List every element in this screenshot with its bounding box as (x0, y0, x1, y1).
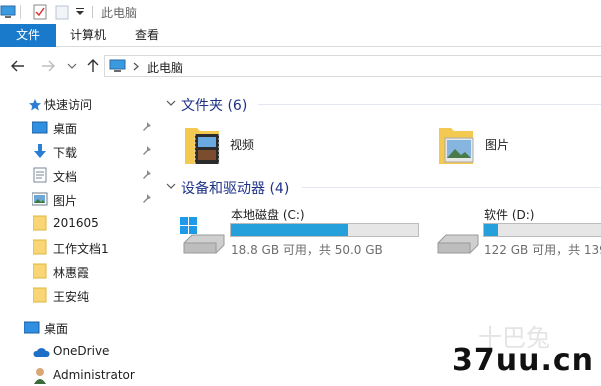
back-arrow-icon[interactable] (10, 58, 26, 74)
sidebar-item-label: 工作文档1 (53, 242, 109, 256)
sidebar-item-label: 快速访问 (44, 98, 93, 112)
customize-quick-access-icon[interactable] (76, 8, 84, 24)
folder-label: 视频 (230, 138, 255, 152)
sidebar-item-label: 王安纯 (53, 290, 90, 304)
divider (258, 104, 601, 105)
recent-locations-chevron-icon[interactable] (67, 62, 83, 78)
folder-icon (33, 239, 47, 255)
sidebar-item-label: 图片 (53, 194, 78, 208)
forward-arrow-icon[interactable] (40, 58, 56, 74)
tab-view[interactable]: 查看 (135, 24, 159, 47)
sidebar-item-onedrive[interactable]: OneDrive (0, 340, 160, 364)
watermark: 37uu.cn (452, 343, 594, 378)
sidebar-item-label: 桌面 (44, 322, 69, 336)
windows-drive-icon (180, 217, 225, 254)
pin-icon[interactable] (142, 146, 152, 156)
divider (92, 6, 93, 18)
properties-icon[interactable] (32, 4, 48, 20)
sidebar-item-201605[interactable]: 201605 (0, 212, 160, 236)
folder-icon (33, 215, 47, 231)
desktop-icon (24, 321, 40, 334)
sidebar-item-label: 文档 (53, 170, 78, 184)
breadcrumb[interactable]: 此电脑 (147, 59, 183, 76)
cloud-icon (33, 348, 50, 357)
sidebar-item-label: 桌面 (53, 122, 78, 136)
sidebar-item-label: 201605 (53, 216, 99, 230)
sidebar-item-desktop-root[interactable]: 桌面 (0, 316, 160, 340)
folder-icon (33, 263, 47, 279)
sidebar-item-label: OneDrive (53, 344, 110, 358)
new-folder-icon[interactable] (55, 4, 69, 20)
drive-usage-bar (483, 223, 601, 237)
pin-icon[interactable] (142, 170, 152, 180)
desktop-icon (32, 121, 48, 134)
sidebar-item-user[interactable]: Administrator (0, 364, 160, 386)
title-bar: 此电脑 (0, 0, 601, 24)
divider (302, 187, 601, 188)
sidebar-item-label: Administrator (53, 368, 135, 382)
drive-item-c[interactable]: 本地磁盘 (C:) 18.8 GB 可用，共 50.0 GB (180, 205, 425, 257)
sidebar-item-folder-wang[interactable]: 王安纯 (0, 284, 160, 308)
breadcrumb-chevron-icon[interactable] (133, 62, 139, 71)
up-arrow-icon[interactable] (85, 58, 101, 74)
star-icon (29, 99, 41, 111)
drive-usage-fill (231, 224, 348, 236)
computer-icon (109, 59, 126, 72)
drive-free-space: 122 GB 可用，共 139 (484, 243, 601, 257)
drive-usage-fill (484, 224, 498, 236)
folder-item-videos[interactable]: 视频 (183, 122, 303, 168)
folders-group-header[interactable]: 文件夹 (6) (181, 95, 247, 115)
folder-label: 图片 (485, 138, 510, 152)
sidebar-item-folder-lin[interactable]: 林惠霞 (0, 260, 160, 284)
drive-icon (437, 234, 479, 254)
tab-computer[interactable]: 计算机 (70, 24, 106, 47)
drive-free-space: 18.8 GB 可用，共 50.0 GB (231, 243, 383, 257)
pin-icon[interactable] (142, 194, 152, 204)
pin-icon[interactable] (142, 122, 152, 132)
drive-label: 软件 (D:) (484, 208, 535, 222)
sidebar-item-work-docs[interactable]: 工作文档1 (0, 236, 160, 260)
drive-usage-bar (230, 223, 419, 237)
picture-icon (32, 192, 48, 206)
sidebar-item-pictures[interactable]: 图片 (0, 188, 160, 212)
sidebar-item-downloads[interactable]: 下载 (0, 140, 160, 164)
drive-item-d[interactable]: 软件 (D:) 122 GB 可用，共 139 (434, 205, 601, 257)
address-bar[interactable]: 此电脑 (104, 55, 601, 77)
video-folder-icon (185, 128, 220, 164)
sidebar-item-desktop[interactable]: 桌面 (0, 116, 160, 140)
navigation-pane: 快速访问 桌面 下载 文档 图片 201605 工作文档1 林惠霞 王安纯 桌面… (0, 84, 160, 386)
sidebar-item-quick-access[interactable]: 快速访问 (0, 92, 160, 116)
sidebar-item-label: 林惠霞 (53, 266, 90, 280)
collapse-chevron-icon[interactable] (166, 99, 176, 107)
computer-icon (0, 5, 16, 18)
window-title: 此电脑 (101, 6, 138, 20)
devices-group-header[interactable]: 设备和驱动器 (4) (181, 178, 289, 198)
divider (20, 5, 21, 19)
picture-folder-icon (439, 128, 474, 164)
document-icon (33, 167, 47, 183)
collapse-chevron-icon[interactable] (166, 182, 176, 190)
sidebar-item-label: 下载 (53, 146, 78, 160)
sidebar-item-documents[interactable]: 文档 (0, 164, 160, 188)
download-icon (34, 144, 46, 158)
folder-icon (33, 287, 47, 303)
ribbon: 文件 计算机 查看 (0, 24, 601, 47)
tab-file[interactable]: 文件 (0, 24, 56, 47)
folder-item-pictures[interactable]: 图片 (437, 122, 557, 168)
user-icon (34, 368, 46, 384)
drive-label: 本地磁盘 (C:) (231, 208, 305, 222)
